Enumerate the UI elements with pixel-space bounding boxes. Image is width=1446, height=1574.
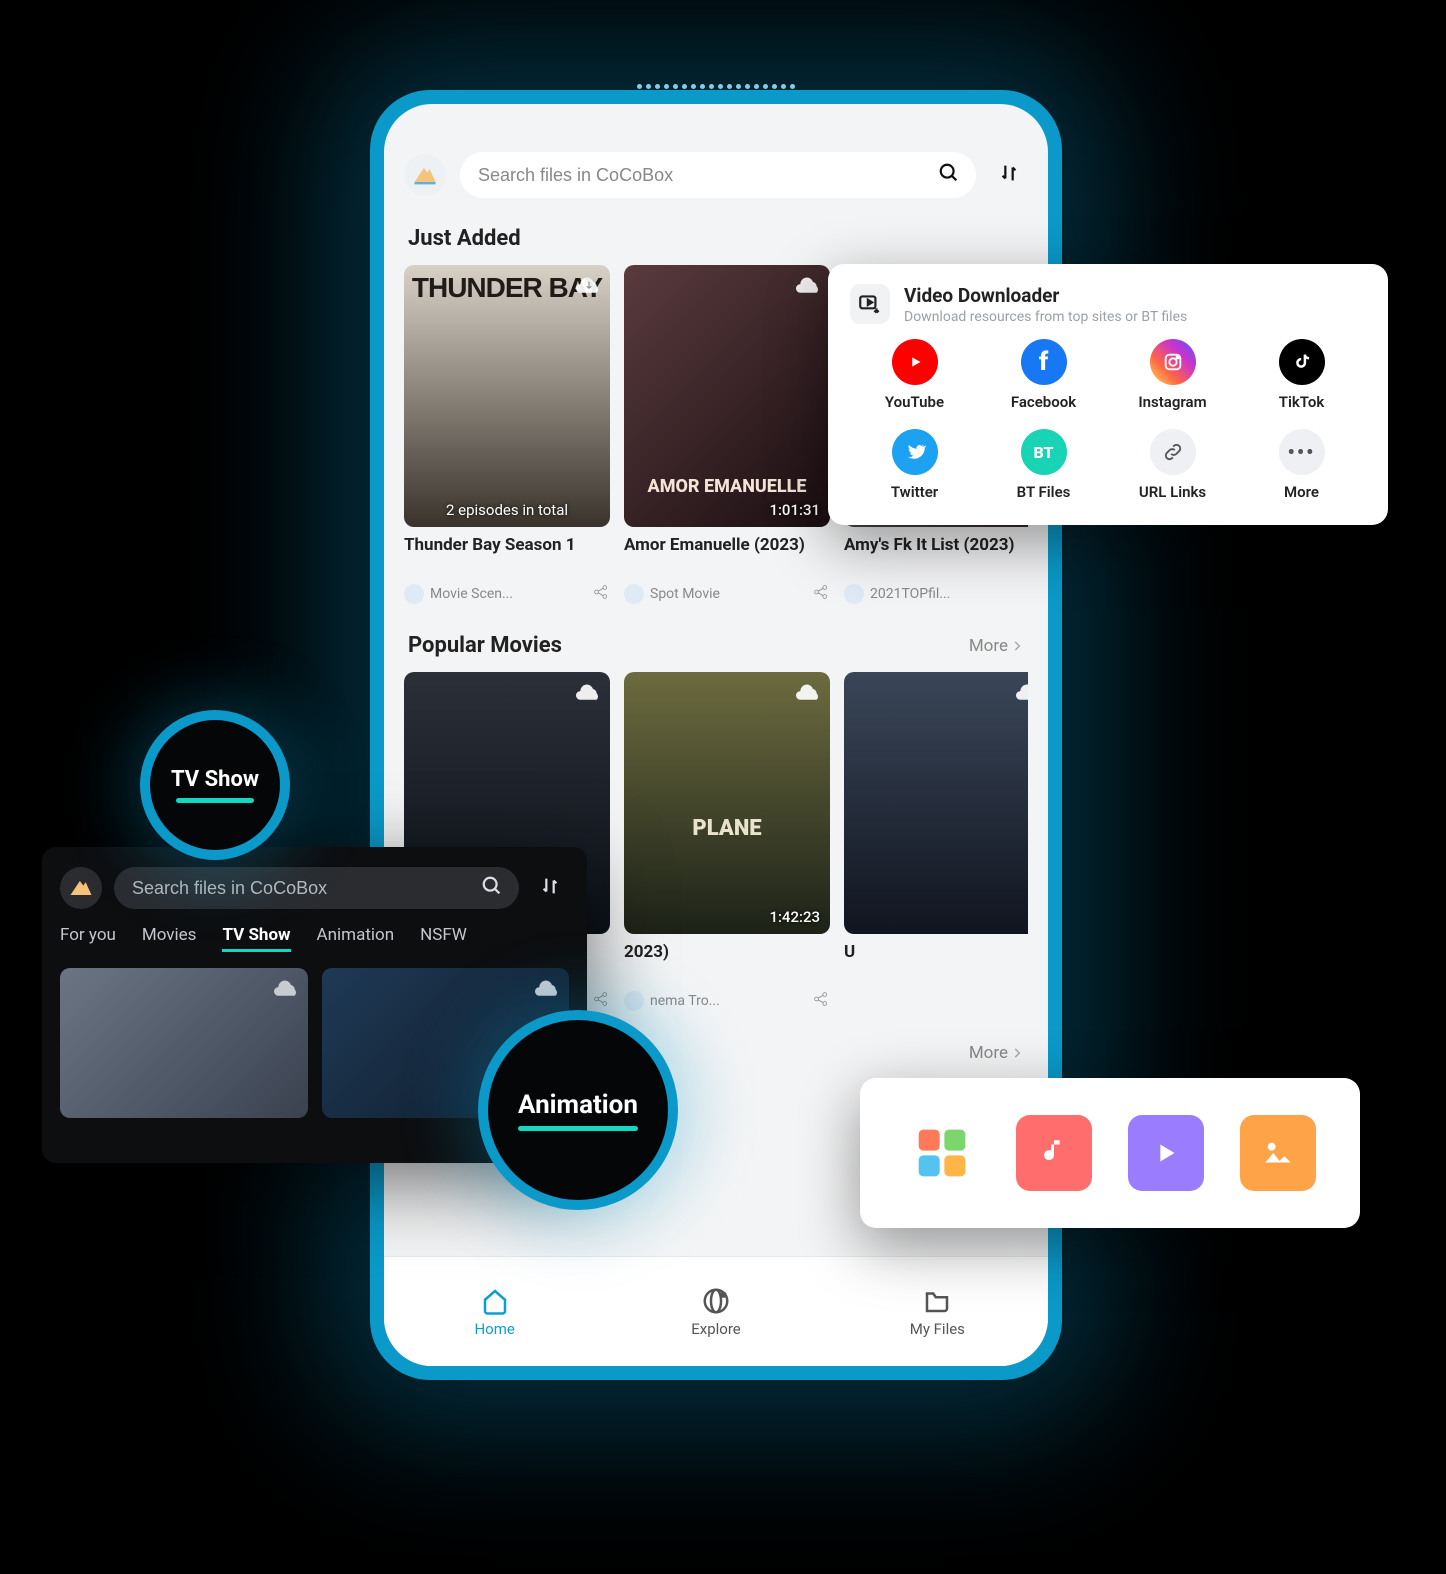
search-icon[interactable]: [481, 875, 503, 901]
video-downloader-icon: [850, 284, 890, 324]
more-link[interactable]: More: [969, 636, 1024, 656]
src-more[interactable]: •••More: [1237, 429, 1366, 501]
card-title: Amy's Fk It List (2023): [844, 535, 1028, 577]
src-youtube[interactable]: YouTube: [850, 339, 979, 411]
avatar[interactable]: [60, 867, 102, 909]
card-title: 2023): [624, 942, 830, 984]
bubble-label: TV Show: [171, 767, 259, 792]
uploader-name: nema Tro...: [650, 993, 806, 1009]
cloud-download-icon[interactable]: [274, 976, 300, 1000]
file-types-card: [860, 1078, 1360, 1228]
video-downloader-card: Video Downloader Download resources from…: [828, 264, 1388, 525]
tab-animation[interactable]: Animation: [317, 925, 395, 952]
card-title: U: [844, 942, 1028, 984]
section-popular-movies: Popular Movies: [408, 633, 562, 658]
vd-subtitle: Download resources from top sites or BT …: [904, 309, 1187, 325]
cloud-download-icon[interactable]: [576, 273, 602, 297]
bubble-animation: Animation: [478, 1010, 678, 1210]
src-btfiles[interactable]: BTBT Files: [979, 429, 1108, 501]
card-amor[interactable]: AMOR EMANUELLE 1:01:31 Amor Emanuelle (2…: [624, 265, 830, 605]
bubble-tvshow: TV Show: [140, 710, 290, 860]
avatar[interactable]: [404, 154, 446, 196]
uploader-name: 2021TOPfil...: [870, 586, 1026, 602]
tab-foryou[interactable]: For you: [60, 925, 116, 952]
dark-tabs: For you Movies TV Show Animation NSFW: [60, 925, 569, 952]
tab-label: My Files: [910, 1320, 965, 1338]
more-link[interactable]: More: [969, 1043, 1024, 1063]
tab-label: Explore: [691, 1320, 741, 1338]
cloud-download-icon[interactable]: [535, 976, 561, 1000]
src-tiktok[interactable]: TikTok: [1237, 339, 1366, 411]
tab-label: Home: [474, 1320, 514, 1338]
uploader-avatar: [624, 584, 644, 604]
card-title: Amor Emanuelle (2023): [624, 535, 830, 577]
src-urllinks[interactable]: URL Links: [1108, 429, 1237, 501]
uploader-avatar: [404, 584, 424, 604]
dark-card-1[interactable]: [60, 968, 308, 1118]
uploader-name: Movie Scen...: [430, 586, 586, 602]
search-input[interactable]: [460, 152, 976, 198]
share-icon[interactable]: [812, 990, 830, 1012]
duration: 1:42:23: [769, 908, 820, 926]
video-file-icon[interactable]: [1128, 1115, 1204, 1191]
tab-nsfw[interactable]: NSFW: [420, 925, 467, 952]
src-facebook[interactable]: fFacebook: [979, 339, 1108, 411]
music-file-icon[interactable]: [1016, 1115, 1092, 1191]
uploader-avatar: [844, 584, 864, 604]
section-just-added: Just Added: [408, 226, 521, 251]
sort-icon[interactable]: [531, 875, 569, 901]
bubble-label: Animation: [518, 1090, 638, 1120]
speaker-grille: [637, 84, 795, 89]
tab-movies[interactable]: Movies: [142, 925, 197, 952]
accent-bar: [176, 798, 254, 803]
accent-bar: [518, 1126, 638, 1131]
image-file-icon[interactable]: [1240, 1115, 1316, 1191]
poster-text: PLANE: [624, 816, 830, 841]
src-twitter[interactable]: Twitter: [850, 429, 979, 501]
vd-title: Video Downloader: [904, 284, 1187, 307]
share-icon[interactable]: [592, 583, 610, 605]
uploader-avatar: [624, 991, 644, 1011]
duration: 1:01:31: [769, 501, 820, 519]
poster-text: AMOR EMANUELLE: [624, 476, 830, 497]
tab-myfiles[interactable]: My Files: [827, 1257, 1048, 1366]
cloud-download-icon[interactable]: [576, 680, 602, 704]
search-icon[interactable]: [938, 162, 960, 188]
src-instagram[interactable]: Instagram: [1108, 339, 1237, 411]
uploader-name: Spot Movie: [650, 586, 806, 602]
search-input-dark[interactable]: [114, 867, 519, 909]
card-plane[interactable]: PLANE 1:42:23 2023) nema Tro...: [624, 672, 830, 1012]
tab-home[interactable]: Home: [384, 1257, 605, 1366]
cloud-download-icon[interactable]: [796, 273, 822, 297]
cloud-download-icon[interactable]: [1016, 680, 1028, 704]
card-thunder-bay[interactable]: THUNDER BAY 2 episodes in total Thunder …: [404, 265, 610, 605]
card-title: Thunder Bay Season 1: [404, 535, 610, 577]
sort-icon[interactable]: [990, 162, 1028, 188]
grid-app-icon[interactable]: [904, 1115, 980, 1191]
search-field[interactable]: [130, 877, 481, 900]
episode-count: 2 episodes in total: [404, 501, 610, 519]
search-field[interactable]: [476, 164, 938, 187]
share-icon[interactable]: [592, 990, 610, 1012]
cloud-download-icon[interactable]: [796, 680, 822, 704]
tab-tvshow[interactable]: TV Show: [222, 925, 290, 952]
share-icon[interactable]: [812, 583, 830, 605]
bottom-nav: Home Explore My Files: [384, 1256, 1048, 1366]
card-kor[interactable]: U: [844, 672, 1028, 1012]
tab-explore[interactable]: Explore: [605, 1257, 826, 1366]
